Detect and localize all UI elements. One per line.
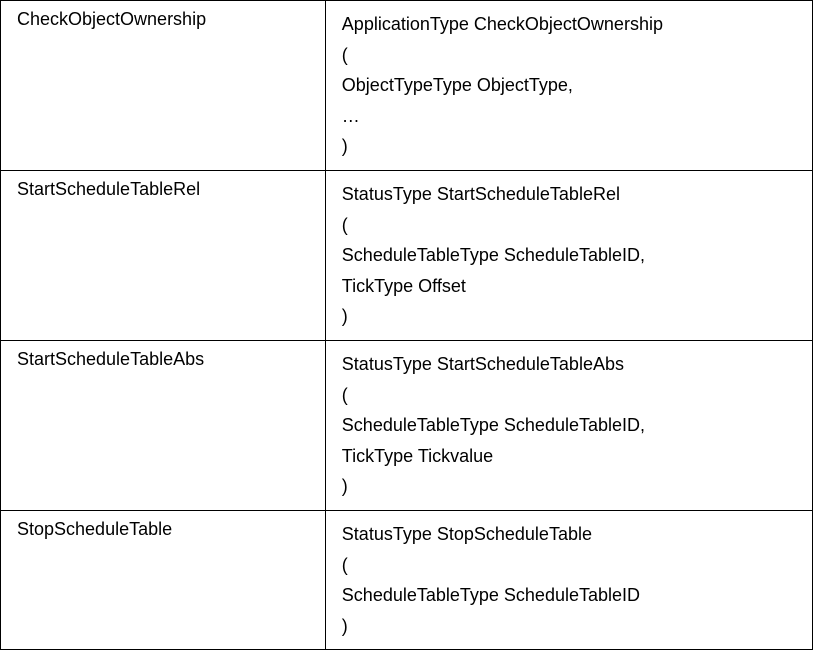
table-row: StartScheduleTableAbs StatusType StartSc… — [1, 340, 813, 510]
signature-line: … — [342, 101, 796, 132]
signature-line: ( — [342, 380, 796, 411]
table-row: StartScheduleTableRel StatusType StartSc… — [1, 170, 813, 340]
api-name-cell: StopScheduleTable — [1, 510, 326, 649]
signature-line: StatusType StartScheduleTableAbs — [342, 349, 796, 380]
signature-line: ( — [342, 210, 796, 241]
signature-line: ApplicationType CheckObjectOwnership — [342, 9, 796, 40]
signature-line: StatusType StartScheduleTableRel — [342, 179, 796, 210]
api-signature-cell: StatusType StartScheduleTableRel ( Sched… — [325, 170, 812, 340]
signature-line: ) — [342, 611, 796, 642]
api-signature-table: CheckObjectOwnership ApplicationType Che… — [0, 0, 813, 650]
signature-line: ObjectTypeType ObjectType, — [342, 70, 796, 101]
signature-line: ( — [342, 40, 796, 71]
table-row: CheckObjectOwnership ApplicationType Che… — [1, 1, 813, 171]
signature-line: ScheduleTableType ScheduleTableID, — [342, 410, 796, 441]
api-signature-cell: StatusType StopScheduleTable ( ScheduleT… — [325, 510, 812, 649]
api-signature-cell: ApplicationType CheckObjectOwnership ( O… — [325, 1, 812, 171]
api-name: StartScheduleTableAbs — [17, 349, 204, 369]
signature-line: ( — [342, 550, 796, 581]
signature-line: ) — [342, 471, 796, 502]
signature-line: ScheduleTableType ScheduleTableID — [342, 580, 796, 611]
api-name: StartScheduleTableRel — [17, 179, 200, 199]
table-row: StopScheduleTable StatusType StopSchedul… — [1, 510, 813, 649]
api-signature-cell: StatusType StartScheduleTableAbs ( Sched… — [325, 340, 812, 510]
api-name-cell: StartScheduleTableRel — [1, 170, 326, 340]
api-name-cell: CheckObjectOwnership — [1, 1, 326, 171]
signature-line: ) — [342, 301, 796, 332]
signature-line: StatusType StopScheduleTable — [342, 519, 796, 550]
signature-line: TickType Offset — [342, 271, 796, 302]
signature-line: ScheduleTableType ScheduleTableID, — [342, 240, 796, 271]
signature-line: TickType Tickvalue — [342, 441, 796, 472]
api-name: CheckObjectOwnership — [17, 9, 206, 29]
signature-line: ) — [342, 131, 796, 162]
api-name: StopScheduleTable — [17, 519, 172, 539]
api-name-cell: StartScheduleTableAbs — [1, 340, 326, 510]
